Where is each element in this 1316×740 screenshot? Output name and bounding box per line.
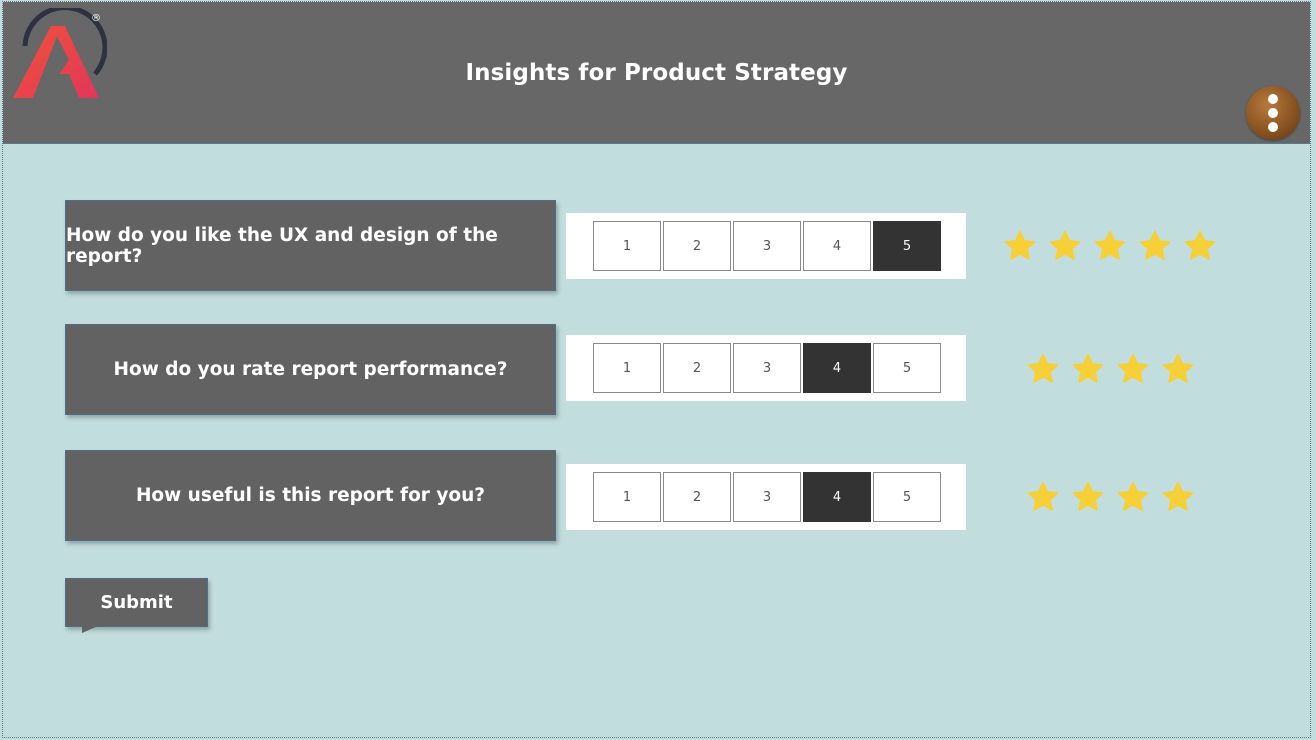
rating-2-option-1[interactable]: 1: [593, 343, 661, 393]
rating-3-option-3[interactable]: 3: [733, 472, 801, 522]
star-icon: [1184, 230, 1216, 260]
rating-3-option-1[interactable]: 1: [593, 472, 661, 522]
rating-3-option-4[interactable]: 4: [803, 472, 871, 522]
rating-1-option-2[interactable]: 2: [663, 221, 731, 271]
star-icon: [1072, 481, 1104, 511]
star-rating-3: [1026, 480, 1195, 516]
rating-3-option-5[interactable]: 5: [873, 472, 941, 522]
question-3-label: How useful is this report for you?: [65, 450, 556, 541]
rating-1-option-4[interactable]: 4: [803, 221, 871, 271]
rating-panel-2: 1 2 3 4 5: [566, 335, 966, 401]
submit-button[interactable]: Submit: [65, 578, 208, 627]
rating-1-option-3[interactable]: 3: [733, 221, 801, 271]
rating-2-option-4[interactable]: 4: [803, 343, 871, 393]
star-icon: [1027, 353, 1059, 383]
star-icon: [1117, 481, 1149, 511]
rating-panel-1: 1 2 3 4 5: [566, 213, 966, 279]
star-rating-2: [1026, 352, 1195, 388]
submit-callout-tail: [82, 626, 98, 633]
star-icon: [1027, 481, 1059, 511]
rating-1-option-1[interactable]: 1: [593, 221, 661, 271]
question-2-label: How do you rate report performance?: [65, 324, 556, 415]
star-icon: [1139, 230, 1171, 260]
brand-logo-a-icon: ®: [13, 8, 107, 98]
star-icon: [1004, 230, 1036, 260]
star-rating-1: [1003, 229, 1217, 265]
star-icon: [1162, 481, 1194, 511]
menu-dot-icon: [1268, 122, 1278, 132]
registered-mark: ®: [91, 13, 101, 24]
menu-dot-icon: [1268, 108, 1278, 118]
star-icon: [1162, 353, 1194, 383]
rating-1-option-5[interactable]: 5: [873, 221, 941, 271]
star-icon: [1049, 230, 1081, 260]
star-icon: [1072, 353, 1104, 383]
question-1-label: How do you like the UX and design of the…: [65, 200, 556, 291]
header-bar: ® Insights for Product Strategy: [3, 2, 1310, 144]
rating-3-option-2[interactable]: 2: [663, 472, 731, 522]
menu-dot-icon: [1268, 94, 1278, 104]
page-title: Insights for Product Strategy: [465, 60, 848, 86]
star-icon: [1094, 230, 1126, 260]
rating-panel-3: 1 2 3 4 5: [566, 464, 966, 530]
rating-2-option-2[interactable]: 2: [663, 343, 731, 393]
rating-2-option-3[interactable]: 3: [733, 343, 801, 393]
more-options-button[interactable]: [1246, 86, 1300, 140]
star-icon: [1117, 353, 1149, 383]
rating-2-option-5[interactable]: 5: [873, 343, 941, 393]
